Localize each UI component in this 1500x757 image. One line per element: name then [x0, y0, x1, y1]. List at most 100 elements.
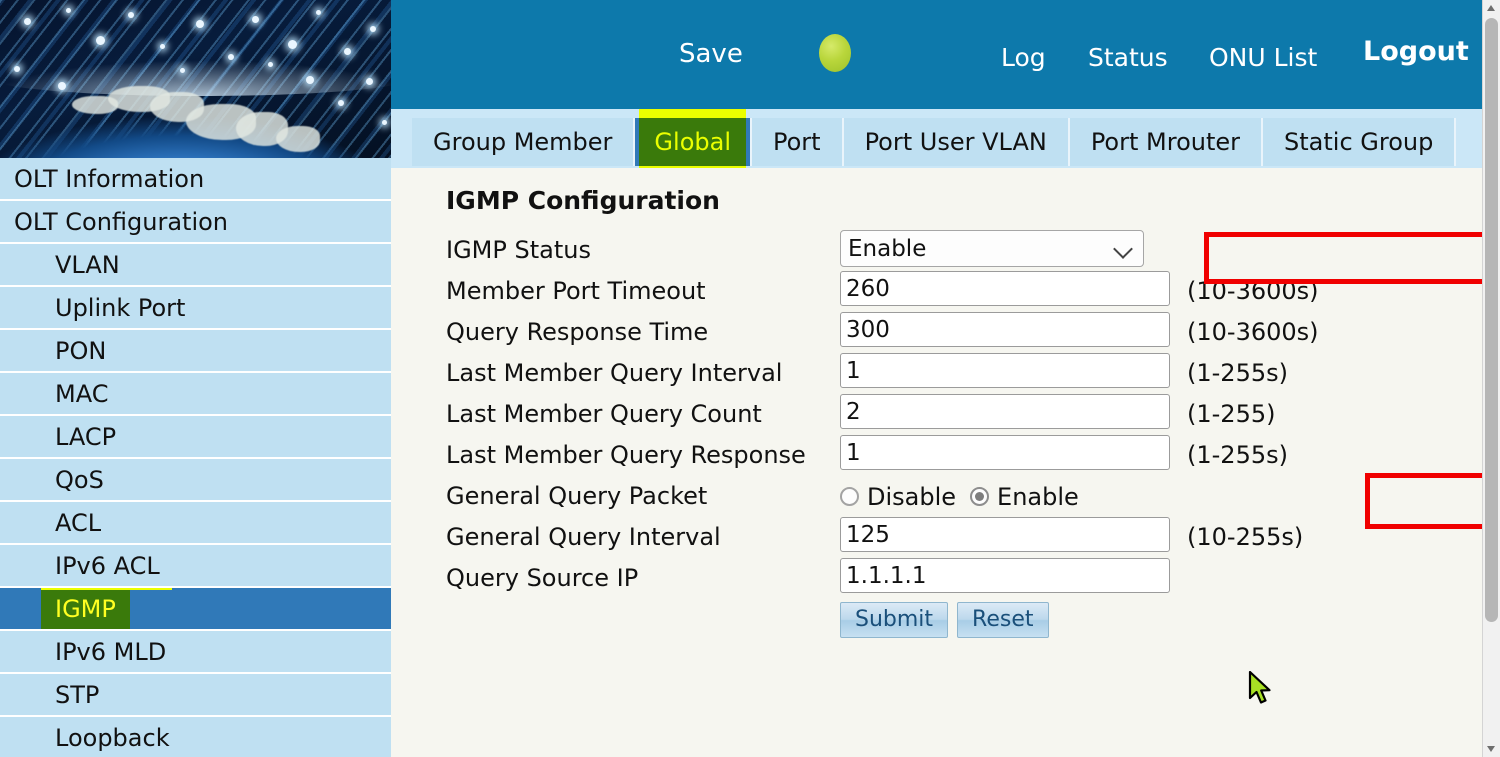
- form-row-query-response-time: Query Response Time(10-3600s): [446, 312, 655, 353]
- nav-link-onu-list[interactable]: ONU List: [1209, 43, 1317, 72]
- nav-link-status[interactable]: Status: [1088, 43, 1168, 72]
- light-node: [252, 16, 259, 23]
- light-node: [58, 82, 66, 90]
- radio-enable[interactable]: Enable: [970, 483, 1079, 511]
- input-query-response-time[interactable]: [840, 312, 1170, 347]
- light-node: [160, 44, 165, 49]
- input-last-member-query-response[interactable]: [840, 435, 1170, 470]
- sidebar-item-label: OLT Information: [14, 165, 204, 193]
- nav-link-log[interactable]: Log: [1001, 43, 1046, 72]
- tab-label: Port Mrouter: [1091, 128, 1240, 156]
- sidebar-item-vlan[interactable]: VLAN: [0, 244, 391, 287]
- sidebar-item-label: Loopback: [55, 724, 170, 752]
- tab-global[interactable]: Global: [635, 118, 752, 166]
- top-header-bar: Save Log Status ONU List Logout: [391, 0, 1500, 106]
- sidebar-item-label: IPv6 ACL: [55, 552, 160, 580]
- light-node: [128, 12, 134, 18]
- content-area: IGMP Configuration IGMP StatusEnableDisa…: [391, 168, 1500, 757]
- status-led-icon: [819, 34, 851, 72]
- form-row-last-member-query-count: Last Member Query Count(1-255): [446, 394, 655, 435]
- field-label-last-member-query-count: Last Member Query Count: [446, 394, 762, 435]
- sidebar-item-loopback[interactable]: Loopback: [0, 717, 391, 757]
- sidebar-item-label: STP: [55, 681, 99, 709]
- field-hint-last-member-query-count: (1-255): [1187, 394, 1275, 435]
- sidebar-item-olt-configuration[interactable]: OLT Configuration: [0, 201, 391, 244]
- sidebar-item-lacp[interactable]: LACP: [0, 416, 391, 459]
- field-label-general-query-packet: General Query Packet: [446, 476, 707, 517]
- tab-label: Global: [639, 118, 746, 166]
- input-member-port-timeout[interactable]: [840, 271, 1170, 306]
- tab-port-mrouter[interactable]: Port Mrouter: [1070, 118, 1263, 166]
- light-node: [14, 66, 20, 72]
- radio-button-icon[interactable]: [970, 487, 989, 506]
- brand-banner-image: [0, 0, 391, 158]
- light-node: [228, 54, 234, 60]
- tab-label: Group Member: [433, 128, 612, 156]
- sidebar-item-label: IGMP: [41, 588, 130, 631]
- sidebar-item-igmp[interactable]: IGMP: [0, 588, 391, 631]
- tab-label: Port: [773, 128, 821, 156]
- logout-button[interactable]: Logout: [1363, 36, 1469, 67]
- sidebar-item-mac[interactable]: MAC: [0, 373, 391, 416]
- sidebar-item-uplink-port[interactable]: Uplink Port: [0, 287, 391, 330]
- field-hint-member-port-timeout: (10-3600s): [1187, 271, 1319, 312]
- tab-bar: Group Member Global Port Port User VLAN Port…: [391, 106, 1500, 168]
- form-row-general-query-packet: General Query PacketDisableEnable: [446, 476, 655, 517]
- scroll-down-arrow-icon[interactable]: [1483, 740, 1500, 757]
- input-general-query-interval[interactable]: [840, 517, 1170, 552]
- left-panel: OLT Information OLT Configuration VLAN Upli…: [0, 0, 391, 757]
- tab-port-user-vlan[interactable]: Port User VLAN: [844, 118, 1070, 166]
- tab-static-group[interactable]: Static Group: [1263, 118, 1456, 166]
- scrollbar-thumb[interactable]: [1485, 18, 1498, 622]
- light-node: [268, 62, 273, 67]
- olt-web-management-window: OLT Information OLT Configuration VLAN Upli…: [0, 0, 1500, 757]
- tab-port[interactable]: Port: [752, 118, 844, 166]
- light-node: [288, 40, 297, 49]
- sidebar-item-label: OLT Configuration: [14, 208, 228, 236]
- main-panel: Save Log Status ONU List Logout Group Me…: [391, 0, 1500, 757]
- sidebar-item-label: Uplink Port: [55, 294, 185, 322]
- scroll-up-arrow-icon[interactable]: [1483, 0, 1500, 17]
- sidebar-item-pon[interactable]: PON: [0, 330, 391, 373]
- field-label-last-member-query-interval: Last Member Query Interval: [446, 353, 782, 394]
- radio-label: Disable: [867, 483, 956, 511]
- reset-button[interactable]: Reset: [957, 602, 1048, 638]
- sidebar-item-qos[interactable]: QoS: [0, 459, 391, 502]
- field-control-igmp-status: EnableDisable: [840, 230, 1144, 267]
- save-button[interactable]: Save: [679, 39, 743, 69]
- light-node: [338, 100, 344, 106]
- field-label-igmp-status: IGMP Status: [446, 230, 591, 271]
- sidebar-item-ipv6-mld[interactable]: IPv6 MLD: [0, 631, 391, 674]
- sidebar-item-label: QoS: [55, 466, 104, 494]
- field-hint-general-query-interval: (10-255s): [1187, 517, 1303, 558]
- submit-button[interactable]: Submit: [840, 602, 948, 638]
- vertical-scrollbar[interactable]: [1482, 0, 1500, 757]
- light-node: [24, 18, 31, 25]
- input-last-member-query-interval[interactable]: [840, 353, 1170, 388]
- sidebar-item-acl[interactable]: ACL: [0, 502, 391, 545]
- form-row-last-member-query-response: Last Member Query Response(1-255s): [446, 435, 655, 476]
- form-row-igmp-status: IGMP StatusEnableDisable: [446, 230, 655, 271]
- tab-label: Port User VLAN: [865, 128, 1047, 156]
- radio-button-icon[interactable]: [840, 487, 859, 506]
- sidebar-item-label: VLAN: [55, 251, 120, 279]
- radio-disable[interactable]: Disable: [840, 483, 956, 511]
- light-node: [344, 48, 351, 55]
- earth-limb-glow: [0, 60, 391, 96]
- tab-group-member[interactable]: Group Member: [412, 118, 635, 166]
- select-igmp-status[interactable]: EnableDisable: [840, 230, 1144, 267]
- form-row-query-source-ip: Query Source IP: [446, 558, 655, 599]
- sidebar-item-ipv6-acl[interactable]: IPv6 ACL: [0, 545, 391, 588]
- input-query-source-ip[interactable]: [840, 558, 1170, 593]
- sidebar-item-label: IPv6 MLD: [55, 638, 166, 666]
- tab-list: Group Member Global Port Port User VLAN Port…: [412, 118, 1456, 166]
- sidebar-item-olt-information[interactable]: OLT Information: [0, 158, 391, 201]
- form-row-member-port-timeout: Member Port Timeout(10-3600s): [446, 271, 655, 312]
- sidebar-item-stp[interactable]: STP: [0, 674, 391, 717]
- field-hint-query-response-time: (10-3600s): [1187, 312, 1319, 353]
- input-last-member-query-count[interactable]: [840, 394, 1170, 429]
- select-wrapper-igmp-status: EnableDisable: [840, 230, 1144, 267]
- sidebar-nav: OLT Information OLT Configuration VLAN Upli…: [0, 158, 391, 757]
- field-control-general-query-interval: [840, 517, 1170, 552]
- field-hint-last-member-query-interval: (1-255s): [1187, 353, 1288, 394]
